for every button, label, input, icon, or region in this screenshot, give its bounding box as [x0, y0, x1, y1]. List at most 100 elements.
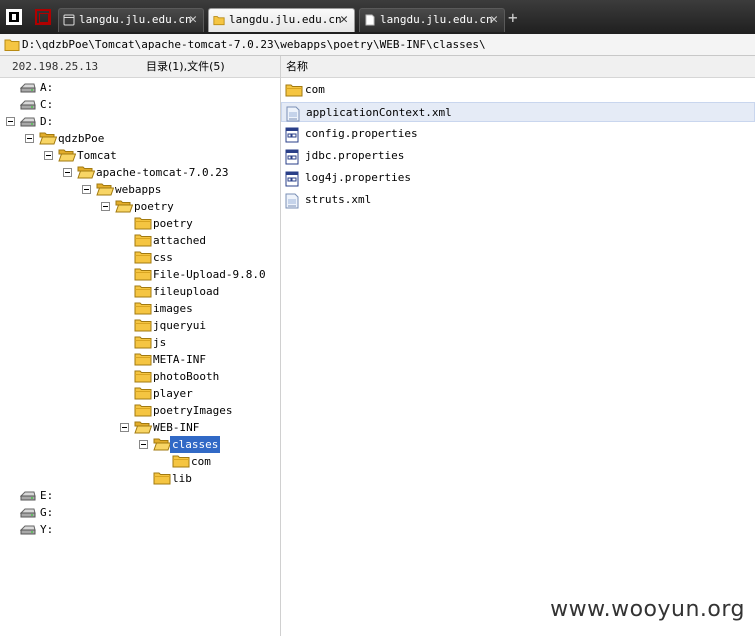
open-folder-icon	[58, 149, 76, 162]
tree-item[interactable]: WEB-INF	[0, 419, 280, 436]
tree-item[interactable]: webapps	[0, 181, 280, 198]
tree-item[interactable]: attached	[0, 232, 280, 249]
directory-tree: A: C: D: qdzbPoe Tomcat apache-tomcat-7.0.23 w…	[0, 78, 280, 636]
file-name: applicationContext.xml	[306, 106, 452, 119]
tree-item[interactable]: com	[0, 453, 280, 470]
close-icon[interactable]: ✕	[189, 9, 197, 31]
file-name: config.properties	[305, 127, 418, 140]
tree-item-label: js	[153, 336, 167, 349]
file-name: log4j.properties	[305, 171, 411, 184]
item-count: 目录(1),文件(5)	[146, 60, 225, 73]
tree-item-label: File-Upload-9.8.0	[153, 268, 266, 281]
tree-item[interactable]: A:	[0, 79, 280, 96]
tree-item-label: C:	[40, 98, 54, 111]
collapse-toggle-icon[interactable]	[25, 134, 34, 143]
collapse-toggle-icon[interactable]	[139, 440, 148, 449]
file-name: jdbc.properties	[305, 149, 405, 162]
tree-item[interactable]: player	[0, 385, 280, 402]
tree-item[interactable]: js	[0, 334, 280, 351]
tab-1[interactable]: langdu.jlu.edu.cn ✕	[58, 8, 204, 32]
tree-item[interactable]: qdzbPoe	[0, 130, 280, 147]
drive-icon	[20, 508, 36, 518]
tree-item-label: webapps	[115, 183, 162, 196]
collapse-toggle-icon[interactable]	[101, 202, 110, 211]
collapse-toggle-icon[interactable]	[44, 151, 53, 160]
new-tab-button[interactable]: +	[508, 8, 518, 28]
collapse-toggle-icon[interactable]	[120, 423, 129, 432]
xml-file-icon	[285, 193, 299, 209]
folder-icon	[172, 455, 190, 468]
tree-item-label: attached	[153, 234, 206, 247]
folder-icon	[134, 404, 152, 417]
tree-item-label: qdzbPoe	[58, 132, 105, 145]
properties-file-icon	[285, 149, 299, 165]
folder-icon	[134, 353, 152, 366]
tree-item-label: META-INF	[153, 353, 206, 366]
tree-item[interactable]: poetry	[0, 198, 280, 215]
tree-item[interactable]: css	[0, 249, 280, 266]
folder-icon	[134, 217, 152, 230]
app-menu-icon[interactable]	[6, 9, 22, 25]
tree-item-label: jqueryui	[153, 319, 206, 332]
tree-item[interactable]: poetry	[0, 215, 280, 232]
tree-item[interactable]: jqueryui	[0, 317, 280, 334]
watermark: www.wooyun.org	[550, 597, 745, 622]
drive-icon	[20, 100, 36, 110]
open-folder-icon	[134, 421, 152, 434]
tab-bar: langdu.jlu.edu.cn ✕ langdu.jlu.edu.cn ✕ …	[0, 0, 755, 34]
properties-file-icon	[285, 171, 299, 187]
open-folder-icon	[115, 200, 133, 213]
tree-item[interactable]: images	[0, 300, 280, 317]
tree-item[interactable]: photoBooth	[0, 368, 280, 385]
file-row[interactable]: struts.xml	[281, 190, 755, 210]
file-list-header: 名称	[281, 56, 755, 78]
name-column-header[interactable]: 名称	[286, 56, 308, 77]
tree-item-label: css	[153, 251, 173, 264]
tree-item-label: E:	[40, 489, 54, 502]
close-icon[interactable]: ✕	[340, 9, 348, 31]
file-row[interactable]: config.properties	[281, 124, 755, 144]
server-ip: 202.198.25.13	[12, 60, 99, 73]
tree-item[interactable]: E:	[0, 487, 280, 504]
close-icon[interactable]: ✕	[490, 9, 498, 31]
tree-item-label: player	[153, 387, 193, 400]
file-name: struts.xml	[305, 193, 372, 206]
tab-3-label: langdu.jlu.edu.cn	[380, 13, 493, 26]
folder-icon	[134, 336, 152, 349]
tree-item-label: photoBooth	[153, 370, 220, 383]
xml-file-icon	[286, 106, 300, 122]
tree-item-label: fileupload	[153, 285, 220, 298]
tree-item[interactable]: apache-tomcat-7.0.23	[0, 164, 280, 181]
tree-item[interactable]: lib	[0, 470, 280, 487]
tree-item[interactable]: classes	[0, 436, 280, 453]
drive-icon	[20, 117, 36, 127]
collapse-toggle-icon[interactable]	[63, 168, 72, 177]
file-row[interactable]: applicationContext.xml	[281, 102, 755, 122]
tab-3[interactable]: langdu.jlu.edu.cn ✕	[359, 8, 505, 32]
tree-item-label: G:	[40, 506, 54, 519]
tree-item[interactable]: Y:	[0, 521, 280, 538]
file-row[interactable]: jdbc.properties	[281, 146, 755, 166]
tree-item-label: A:	[40, 81, 54, 94]
tree-item[interactable]: File-Upload-9.8.0	[0, 266, 280, 283]
tree-item[interactable]: G:	[0, 504, 280, 521]
tab-2[interactable]: langdu.jlu.edu.cn ✕	[208, 8, 355, 32]
file-row[interactable]: com	[281, 80, 755, 100]
tab-1-label: langdu.jlu.edu.cn	[79, 13, 192, 26]
open-folder-icon	[77, 166, 95, 179]
tree-item[interactable]: Tomcat	[0, 147, 280, 164]
file-row[interactable]: log4j.properties	[281, 168, 755, 188]
tree-item-label: com	[191, 455, 211, 468]
tree-item[interactable]: D:	[0, 113, 280, 130]
stop-icon[interactable]	[35, 9, 51, 25]
tree-item[interactable]: META-INF	[0, 351, 280, 368]
tree-item[interactable]: poetryImages	[0, 402, 280, 419]
collapse-toggle-icon[interactable]	[82, 185, 91, 194]
tree-item-label: poetry	[134, 200, 174, 213]
tree-item[interactable]: fileupload	[0, 283, 280, 300]
path-input[interactable]	[22, 36, 750, 53]
folder-icon	[153, 472, 171, 485]
tree-item[interactable]: C:	[0, 96, 280, 113]
collapse-toggle-icon[interactable]	[6, 117, 15, 126]
open-folder-icon	[39, 132, 57, 145]
